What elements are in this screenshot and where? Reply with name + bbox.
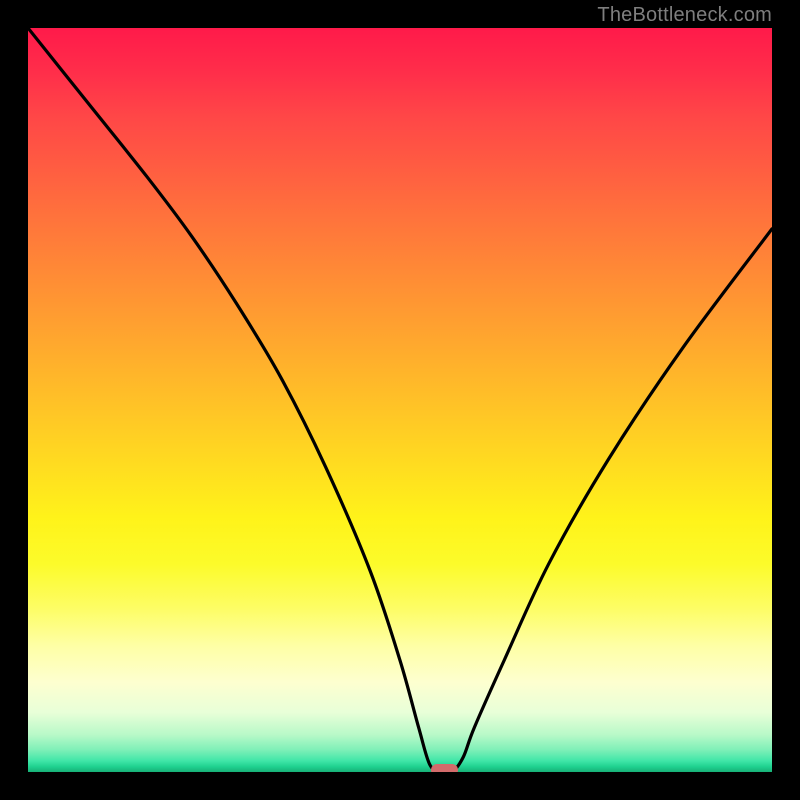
- plot-area: [28, 28, 772, 772]
- chart-frame: TheBottleneck.com: [0, 0, 800, 800]
- bottleneck-curve: [28, 28, 772, 772]
- watermark-text: TheBottleneck.com: [597, 4, 772, 27]
- optimal-marker: [431, 764, 459, 772]
